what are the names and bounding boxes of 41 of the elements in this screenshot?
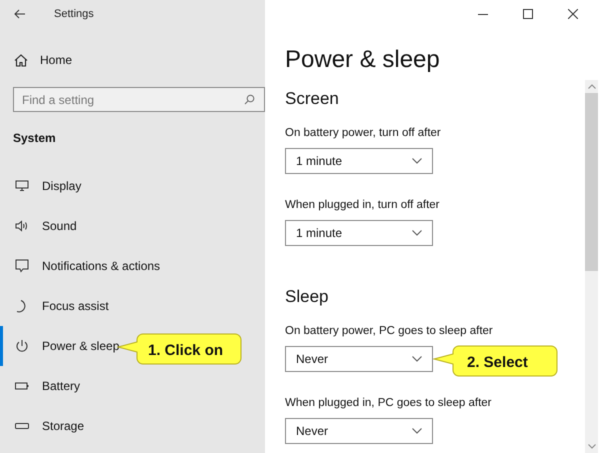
nav-item[interactable]: Notifications & actions bbox=[0, 246, 265, 286]
chevron-down-icon bbox=[412, 158, 422, 164]
chevron-down-icon bbox=[412, 230, 422, 236]
nav-item[interactable]: Display bbox=[0, 166, 265, 206]
tooltip-text: 2. Select bbox=[467, 354, 528, 372]
drive-icon bbox=[15, 423, 29, 429]
dropdown[interactable]: Never bbox=[285, 418, 433, 444]
message-icon bbox=[15, 259, 29, 273]
maximize-icon[interactable] bbox=[523, 9, 533, 19]
battery-icon bbox=[15, 382, 29, 390]
section-heading: System bbox=[13, 130, 56, 146]
chevron-down-icon bbox=[412, 356, 422, 362]
dropdown[interactable]: Never bbox=[285, 346, 433, 372]
scroll-down-icon[interactable] bbox=[588, 444, 596, 449]
nav-item[interactable]: Storage bbox=[0, 406, 265, 446]
speaker-icon bbox=[15, 220, 29, 232]
window-title: Settings bbox=[54, 8, 94, 20]
chevron-down-icon bbox=[412, 428, 422, 434]
nav-item[interactable]: Sound bbox=[0, 206, 265, 246]
back-arrow-icon[interactable] bbox=[14, 9, 26, 19]
power-icon bbox=[15, 339, 29, 353]
scroll-up-icon[interactable] bbox=[588, 84, 596, 89]
setting-label: On battery power, PC goes to sleep after bbox=[285, 324, 494, 339]
close-icon[interactable] bbox=[568, 9, 578, 19]
group-heading: Screen bbox=[285, 88, 340, 110]
search-icon bbox=[244, 94, 255, 105]
nav-item[interactable]: Battery bbox=[0, 366, 265, 406]
scrollbar[interactable] bbox=[585, 80, 598, 453]
search-field[interactable]: Find a setting bbox=[13, 87, 265, 112]
setting-label: On battery power, turn off after bbox=[285, 126, 442, 141]
monitor-icon bbox=[15, 180, 29, 192]
setting-label: When plugged in, PC goes to sleep after bbox=[285, 396, 492, 411]
group-heading: Sleep bbox=[285, 286, 330, 308]
dropdown[interactable]: 1 minute bbox=[285, 148, 433, 174]
nav-item[interactable]: Focus assist bbox=[0, 286, 265, 326]
home-link[interactable]: Home bbox=[0, 48, 265, 72]
home-icon bbox=[14, 54, 28, 66]
tooltip-text: 1. Click on bbox=[148, 342, 224, 360]
page-title: Power & sleep bbox=[285, 45, 441, 75]
setting-label: When plugged in, turn off after bbox=[285, 198, 440, 213]
dropdown[interactable]: 1 minute bbox=[285, 220, 433, 246]
